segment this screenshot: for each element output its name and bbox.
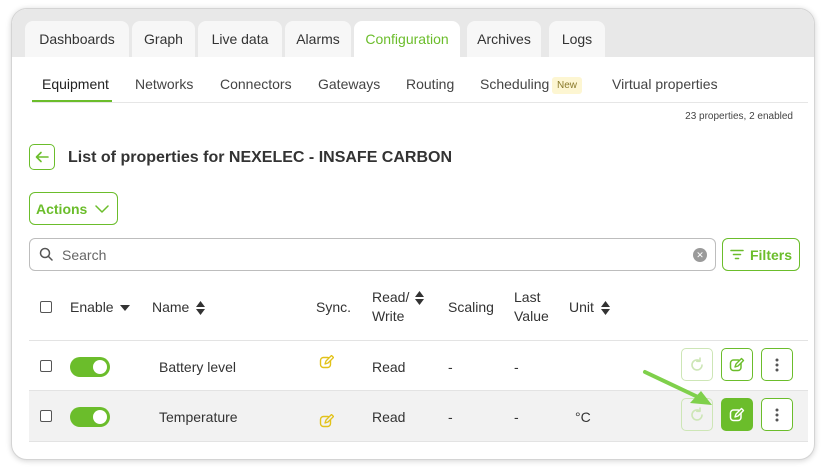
properties-panel: Dashboards Graph Live data Alarms Config… — [11, 8, 815, 460]
sort-icon — [196, 301, 206, 316]
subnav-gateways[interactable]: Gateways — [318, 76, 380, 92]
row-checkbox[interactable] — [40, 360, 52, 372]
back-button[interactable] — [29, 144, 55, 170]
column-label: Read/ Write — [372, 289, 410, 324]
tab-graph[interactable]: Graph — [132, 21, 195, 57]
subnav-scheduling[interactable]: Scheduling — [480, 76, 549, 92]
sync-edit-icon — [319, 355, 334, 369]
more-options-button[interactable] — [761, 348, 793, 381]
chevron-down-icon — [95, 204, 110, 213]
read-write-value: Read — [372, 359, 406, 375]
edit-icon — [729, 407, 745, 421]
main-tab-bar: Dashboards Graph Live data Alarms Config… — [12, 9, 814, 57]
subnav-divider — [32, 102, 808, 103]
back-arrow-icon — [35, 151, 49, 163]
sort-icon — [600, 301, 610, 316]
more-vertical-icon — [775, 408, 779, 421]
select-all-checkbox[interactable] — [40, 301, 52, 313]
tab-label: Archives — [477, 31, 531, 47]
row-checkbox[interactable] — [40, 410, 52, 422]
tab-label: Dashboards — [39, 31, 115, 47]
column-last-value: Last Value — [514, 289, 549, 324]
actions-label: Actions — [36, 200, 88, 217]
tab-alarms[interactable]: Alarms — [285, 21, 351, 57]
tab-label: Graph — [144, 31, 183, 47]
unit-value: °C — [575, 409, 591, 425]
more-options-button[interactable] — [761, 398, 793, 431]
edit-icon — [729, 357, 745, 371]
scaling-value: - — [448, 409, 453, 425]
last-value: - — [514, 359, 519, 375]
row-divider — [29, 441, 808, 442]
column-unit[interactable]: Unit — [569, 298, 610, 317]
property-name: Temperature — [159, 409, 238, 425]
enable-toggle[interactable] — [70, 407, 110, 427]
column-label: Enable — [70, 299, 114, 315]
tab-configuration[interactable]: Configuration — [354, 21, 460, 57]
tab-logs[interactable]: Logs — [549, 21, 605, 57]
subnav-equipment[interactable]: Equipment — [42, 76, 109, 92]
tab-label: Configuration — [365, 31, 449, 47]
active-subnav-underline — [32, 100, 112, 102]
subnav-connectors[interactable]: Connectors — [220, 76, 292, 92]
page-title: List of properties for NEXELEC - INSAFE … — [68, 149, 453, 166]
clear-icon[interactable]: ✕ — [693, 248, 707, 262]
sort-down-icon — [120, 305, 131, 312]
last-value: - — [514, 409, 519, 425]
scaling-value: - — [448, 359, 453, 375]
tab-archives[interactable]: Archives — [467, 21, 541, 57]
edit-button[interactable] — [721, 398, 753, 431]
column-scaling: Scaling — [448, 299, 494, 315]
filters-label: Filters — [749, 246, 792, 263]
column-label: Name — [152, 299, 190, 315]
sort-icon — [415, 291, 424, 305]
tab-live-data[interactable]: Live data — [198, 21, 282, 57]
enable-toggle[interactable] — [70, 357, 110, 377]
tab-label: Alarms — [296, 31, 340, 47]
sub-navigation: Equipment Networks Connectors Gateways R… — [12, 57, 814, 103]
header-divider — [29, 340, 808, 341]
column-label: Unit — [569, 299, 594, 315]
column-sync: Sync. — [316, 299, 352, 315]
subnav-virtual-properties[interactable]: Virtual properties — [612, 76, 718, 92]
new-badge: New — [552, 77, 583, 94]
column-enable[interactable]: Enable — [70, 298, 131, 317]
filter-icon — [730, 249, 744, 260]
tab-label: Logs — [561, 31, 593, 47]
column-name[interactable]: Name — [152, 298, 206, 317]
actions-dropdown-button[interactable]: Actions — [29, 192, 118, 225]
filters-button[interactable]: Filters — [722, 238, 800, 271]
edit-button[interactable] — [721, 348, 753, 381]
search-box: ✕ — [29, 238, 716, 271]
property-name: Battery level — [159, 359, 237, 375]
pointer-arrow-icon — [643, 370, 712, 405]
read-write-value: Read — [372, 409, 406, 425]
more-vertical-icon — [775, 358, 779, 371]
sync-edit-icon — [319, 414, 334, 428]
subnav-networks[interactable]: Networks — [135, 76, 193, 92]
subnav-routing[interactable]: Routing — [406, 76, 454, 92]
tab-dashboards[interactable]: Dashboards — [25, 21, 129, 57]
search-input[interactable] — [62, 245, 662, 265]
search-icon — [39, 247, 53, 261]
properties-count: 23 properties, 2 enabled — [685, 111, 793, 122]
tab-label: Live data — [211, 31, 269, 47]
